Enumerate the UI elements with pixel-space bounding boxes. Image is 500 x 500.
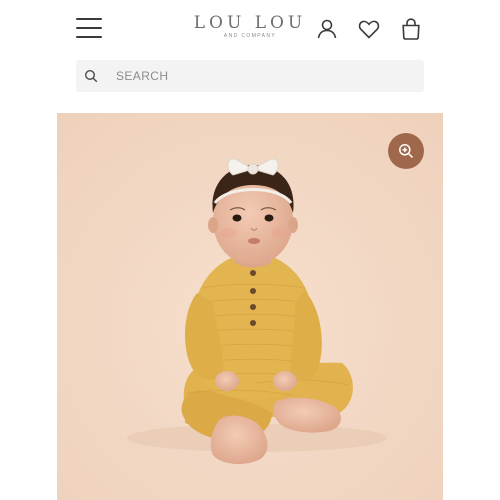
product-photo [57,113,443,500]
search-icon [84,69,98,83]
search-input[interactable] [116,60,406,92]
logo[interactable]: LOU LOU AND COMPANY [180,13,320,39]
product-image[interactable] [57,113,443,500]
menu-icon[interactable] [76,18,102,38]
search-bar[interactable] [76,60,424,92]
zoom-in-icon [399,144,414,159]
heart-icon[interactable] [357,17,381,41]
logo-sub: AND COMPANY [223,33,277,39]
zoom-button[interactable] [388,133,424,169]
bag-icon[interactable] [399,17,423,41]
account-icon[interactable] [315,17,339,41]
site-header: LOU LOU AND COMPANY [0,0,500,58]
logo-main: LOU LOU [193,13,307,33]
